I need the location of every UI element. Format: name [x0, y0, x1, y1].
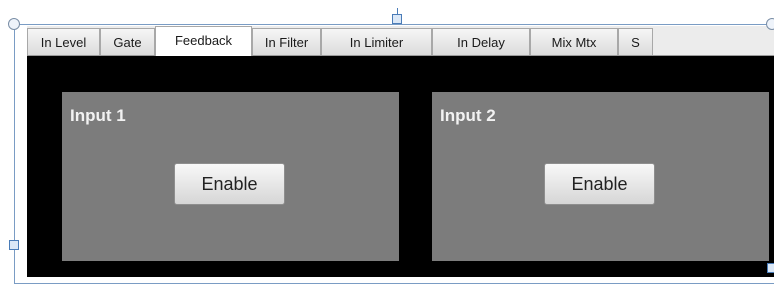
- tab-in-filter[interactable]: In Filter: [252, 28, 321, 55]
- resize-handle-top-left[interactable]: [8, 18, 20, 30]
- resize-handle-left[interactable]: [9, 240, 19, 250]
- tab-feedback[interactable]: Feedback: [155, 26, 252, 56]
- tab-gate[interactable]: Gate: [100, 28, 155, 55]
- input-1-enable-button[interactable]: Enable: [174, 163, 285, 205]
- feedback-content-area: Input 1 Enable Input 2 Enable: [27, 56, 774, 277]
- input-1-title: Input 1: [70, 106, 126, 125]
- input-2-panel: Input 2 Enable: [432, 92, 769, 261]
- input-1-panel: Input 1 Enable: [62, 92, 399, 261]
- input-2-enable-button[interactable]: Enable: [544, 163, 655, 205]
- input-2-title: Input 2: [440, 106, 496, 125]
- resize-handle-top-right[interactable]: [766, 18, 774, 30]
- tab-in-delay[interactable]: In Delay: [432, 28, 530, 55]
- tab-in-limiter[interactable]: In Limiter: [321, 28, 432, 55]
- tab-in-level[interactable]: In Level: [27, 28, 100, 55]
- tab-strip: In Level Gate Feedback In Filter In Limi…: [27, 26, 774, 56]
- resize-handle-top[interactable]: [392, 14, 402, 24]
- tab-mix-mtx[interactable]: Mix Mtx: [530, 28, 618, 55]
- resize-handle-right[interactable]: [767, 263, 774, 273]
- tab-s[interactable]: S: [618, 28, 653, 55]
